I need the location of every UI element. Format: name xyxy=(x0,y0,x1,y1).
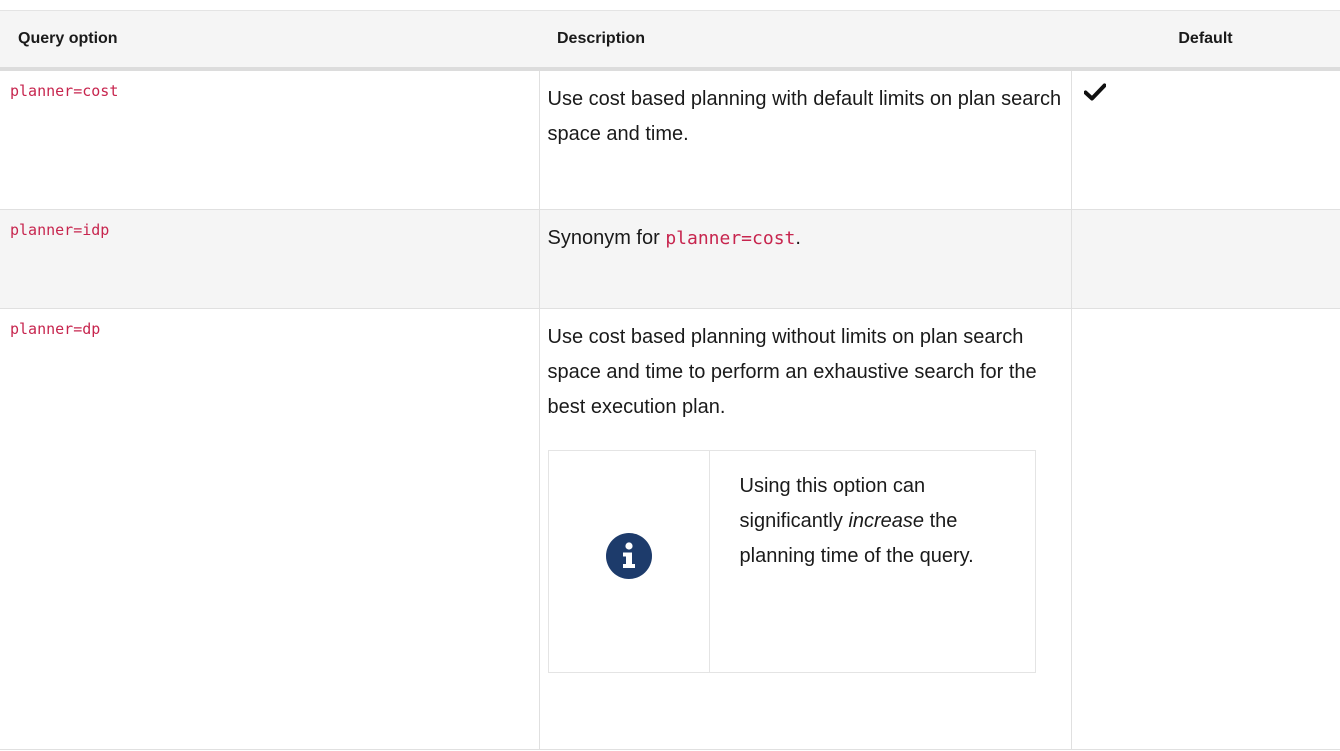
default-cell xyxy=(1071,308,1340,750)
default-cell xyxy=(1071,209,1340,309)
description-text: Synonym for planner=cost. xyxy=(548,221,1071,256)
header-description: Description xyxy=(539,10,1071,71)
description-text: Use cost based planning without limits o… xyxy=(547,326,1037,418)
table-header-row: Query option Description Default xyxy=(0,10,1340,71)
description-cell: Use cost based planning with default lim… xyxy=(538,68,1072,210)
option-cell: planner=dp xyxy=(0,308,539,750)
table-row: planner=cost Use cost based planning wit… xyxy=(0,68,1340,210)
default-cell xyxy=(1071,68,1340,210)
option-cell: planner=idp xyxy=(0,209,539,309)
header-query-option: Query option xyxy=(0,10,539,71)
option-code: planner=idp xyxy=(10,221,110,239)
note-admonition: Using this option can significantly incr… xyxy=(547,450,1036,673)
admonition-icon-cell xyxy=(549,451,710,672)
option-code: planner=cost xyxy=(10,81,119,100)
table-row: planner=dp Use cost based planning witho… xyxy=(0,308,1340,750)
description-cell: Synonym for planner=cost. xyxy=(538,209,1072,309)
description-suffix: . xyxy=(795,227,801,249)
admonition-text: Using this option can significantly incr… xyxy=(710,451,990,672)
option-code: planner=dp xyxy=(10,320,101,338)
header-default: Default xyxy=(1071,10,1340,71)
note-emphasis: increase xyxy=(848,510,925,532)
option-cell: planner=cost xyxy=(0,68,539,210)
description-text: Use cost based planning with default lim… xyxy=(547,87,1062,145)
description-inline-code: planner=cost xyxy=(665,228,796,249)
checkmark-icon xyxy=(1083,83,1340,101)
info-icon xyxy=(605,532,652,591)
table-row: planner=idp Synonym for planner=cost. xyxy=(0,209,1340,309)
query-options-table: Query option Description Default planner… xyxy=(0,10,1340,750)
description-cell: Use cost based planning without limits o… xyxy=(538,308,1072,750)
page: Query option Description Default planner… xyxy=(0,0,1340,751)
description-prefix: Synonym for xyxy=(547,227,666,249)
